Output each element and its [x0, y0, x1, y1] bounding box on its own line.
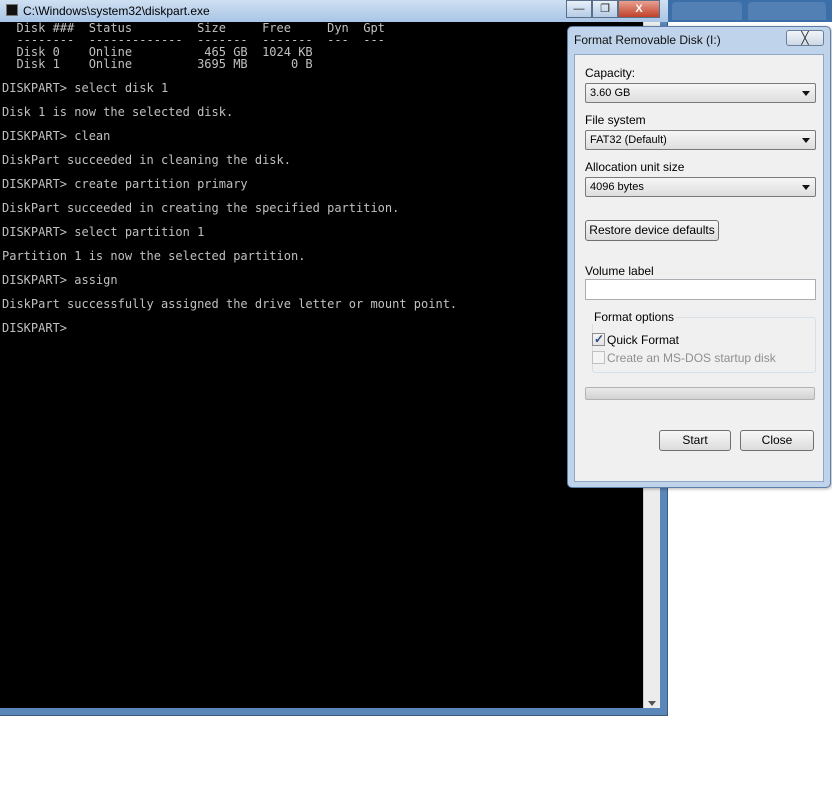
quick-format-label: Quick Format: [607, 333, 680, 347]
background-window-strip: [668, 0, 832, 22]
filesystem-label: File system: [585, 113, 646, 127]
filesystem-dropdown[interactable]: FAT32 (Default): [585, 130, 816, 150]
capacity-value: 3.60 GB: [590, 87, 631, 99]
console-output[interactable]: Disk ### Status Size Free Dyn Gpt ------…: [0, 22, 643, 708]
console-titlebar[interactable]: C:\Windows\system32\diskpart.exe — ❐ X: [0, 0, 668, 22]
console-text: Disk ### Status Size Free Dyn Gpt ------…: [2, 22, 458, 335]
msdos-startup-checkbox: [592, 351, 605, 364]
chevron-down-icon: [802, 185, 810, 190]
format-dialog: Format Removable Disk (I:) ╳ Capacity: 3…: [567, 26, 831, 488]
filesystem-value: FAT32 (Default): [590, 134, 667, 146]
quick-format-checkbox[interactable]: [592, 332, 605, 346]
chevron-down-icon: [802, 91, 810, 96]
console-window-title: C:\Windows\system32\diskpart.exe: [23, 4, 210, 18]
maximize-button[interactable]: ❐: [592, 0, 618, 18]
console-app-icon: [6, 4, 18, 16]
minimize-button[interactable]: —: [566, 0, 592, 18]
restore-defaults-button[interactable]: Restore device defaults: [585, 220, 719, 241]
capacity-label: Capacity:: [585, 66, 636, 80]
allocation-unit-value: 4096 bytes: [590, 181, 644, 193]
dialog-title: Format Removable Disk (I:): [574, 33, 721, 47]
background-tab: [748, 2, 826, 20]
start-button[interactable]: Start: [659, 430, 731, 451]
dialog-close-button[interactable]: ╳: [786, 30, 824, 46]
dialog-client-area: Capacity: 3.60 GB File system FAT32 (Def…: [574, 54, 824, 482]
chevron-down-icon: [802, 138, 810, 143]
allocation-unit-label: Allocation unit size: [585, 160, 685, 174]
volume-label-label: Volume label: [585, 264, 654, 278]
msdos-startup-label: Create an MS-DOS startup disk: [607, 351, 776, 365]
scroll-down-arrow-icon[interactable]: [648, 701, 656, 706]
allocation-unit-dropdown[interactable]: 4096 bytes: [585, 177, 816, 197]
dialog-titlebar[interactable]: Format Removable Disk (I:) ╳: [568, 27, 830, 53]
capacity-dropdown[interactable]: 3.60 GB: [585, 83, 816, 103]
background-tab: [672, 2, 742, 20]
close-dialog-button[interactable]: Close: [740, 430, 814, 451]
format-progress-bar: [585, 387, 815, 400]
volume-label-input[interactable]: [585, 279, 816, 300]
close-button[interactable]: X: [618, 0, 660, 18]
format-options-title: Format options: [592, 310, 677, 324]
